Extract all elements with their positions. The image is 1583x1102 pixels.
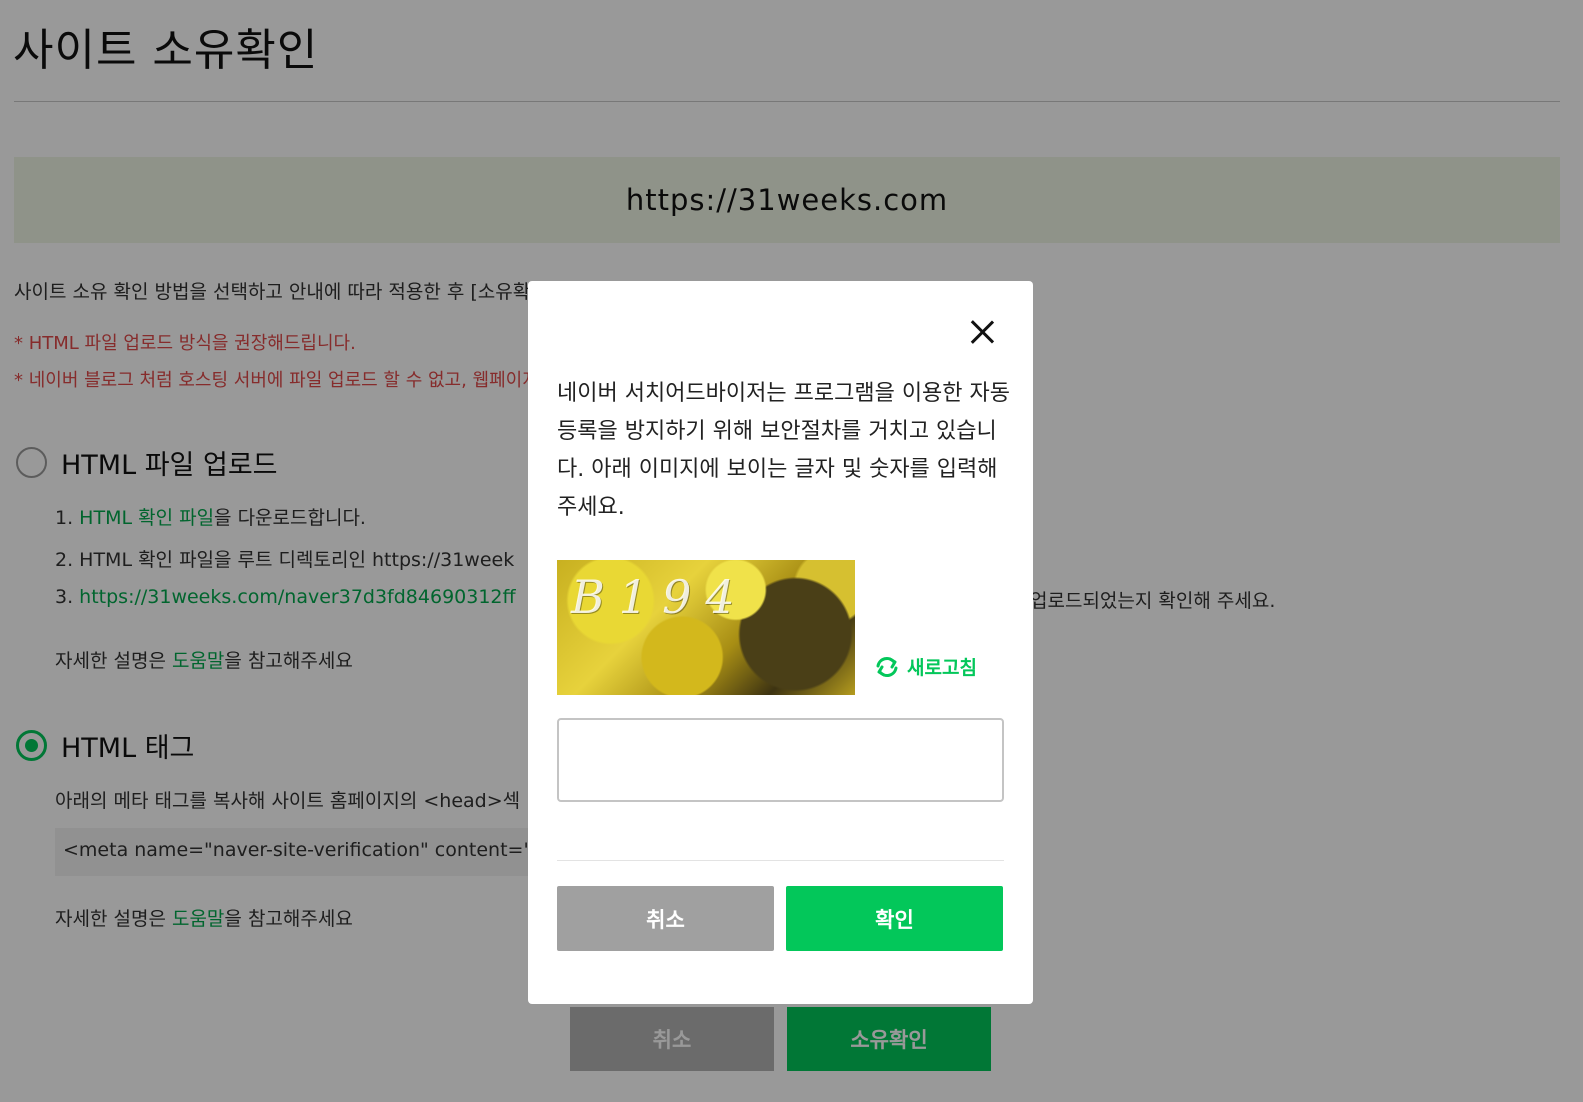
modal-confirm-button[interactable]: 확인 xyxy=(786,886,1003,951)
captcha-characters: B194 xyxy=(571,570,749,624)
refresh-icon xyxy=(876,656,898,677)
captcha-dialog: 네이버 서치어드바이저는 프로그램을 이용한 자동등록을 방지하기 위해 보안절… xyxy=(528,281,1033,1004)
captcha-image: B194 xyxy=(557,560,855,695)
captcha-input[interactable] xyxy=(557,718,1004,802)
captcha-message: 네이버 서치어드바이저는 프로그램을 이용한 자동등록을 방지하기 위해 보안절… xyxy=(557,381,1011,520)
refresh-label: 새로고침 xyxy=(907,657,977,679)
captcha-refresh-button[interactable]: 새로고침 xyxy=(873,653,977,680)
modal-divider xyxy=(557,860,1004,861)
modal-cancel-button[interactable]: 취소 xyxy=(557,886,774,951)
close-icon[interactable] xyxy=(968,317,998,347)
